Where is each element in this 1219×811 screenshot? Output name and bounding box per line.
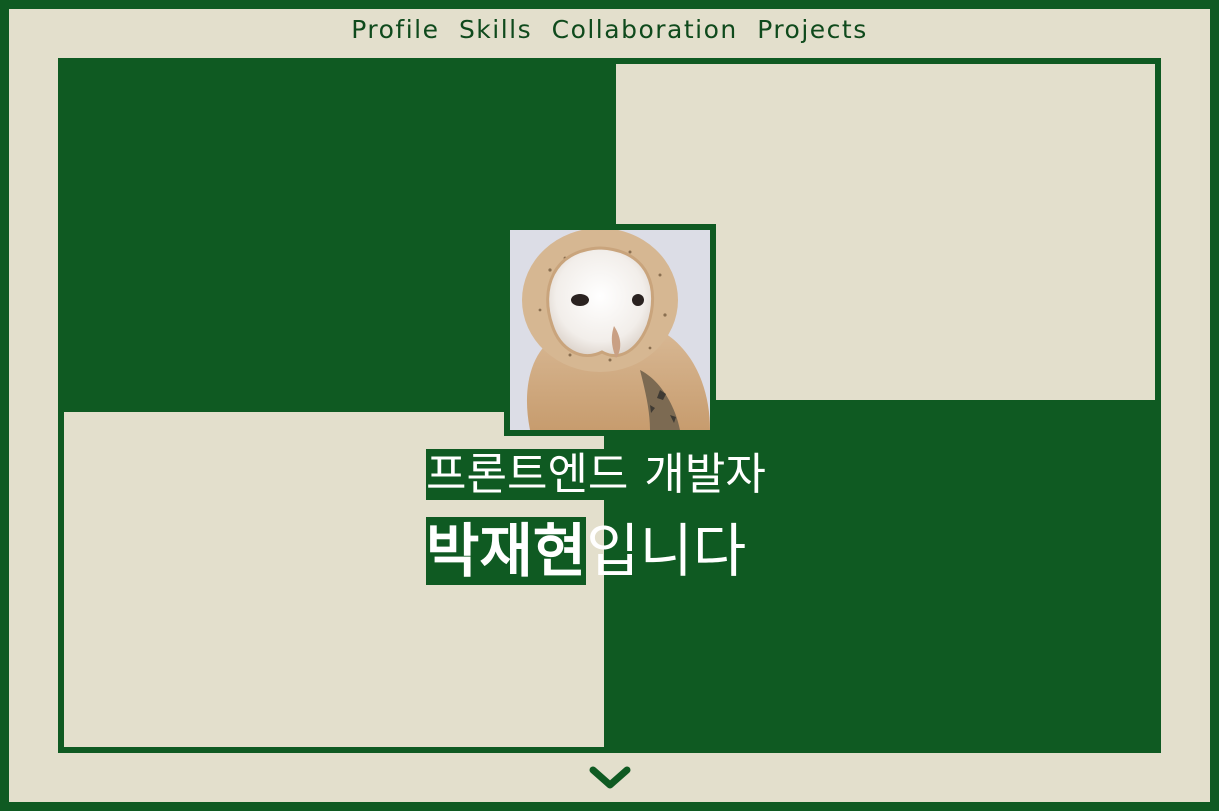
profile-photo-frame [504, 224, 716, 436]
hero-name-line: 박재현입니다 [426, 514, 746, 588]
nav-item-profile[interactable]: Profile [351, 15, 439, 44]
hero-role-rest: 개발자 [630, 449, 766, 500]
nav-item-collaboration[interactable]: Collaboration [552, 15, 738, 44]
nav-item-projects[interactable]: Projects [757, 15, 868, 44]
hero-role-line: 프론트엔드 개발자 [426, 448, 766, 502]
top-nav: Profile Skills Collaboration Projects [0, 15, 1219, 44]
profile-photo [510, 230, 710, 430]
hero-role-highlight: 프론트엔드 [426, 449, 631, 500]
hero-name-suffix: 입니다 [586, 517, 747, 585]
owl-illustration [510, 230, 710, 430]
nav-item-skills[interactable]: Skills [459, 15, 532, 44]
hero-name: 박재현 [426, 517, 587, 585]
chevron-down-icon[interactable] [589, 766, 631, 792]
